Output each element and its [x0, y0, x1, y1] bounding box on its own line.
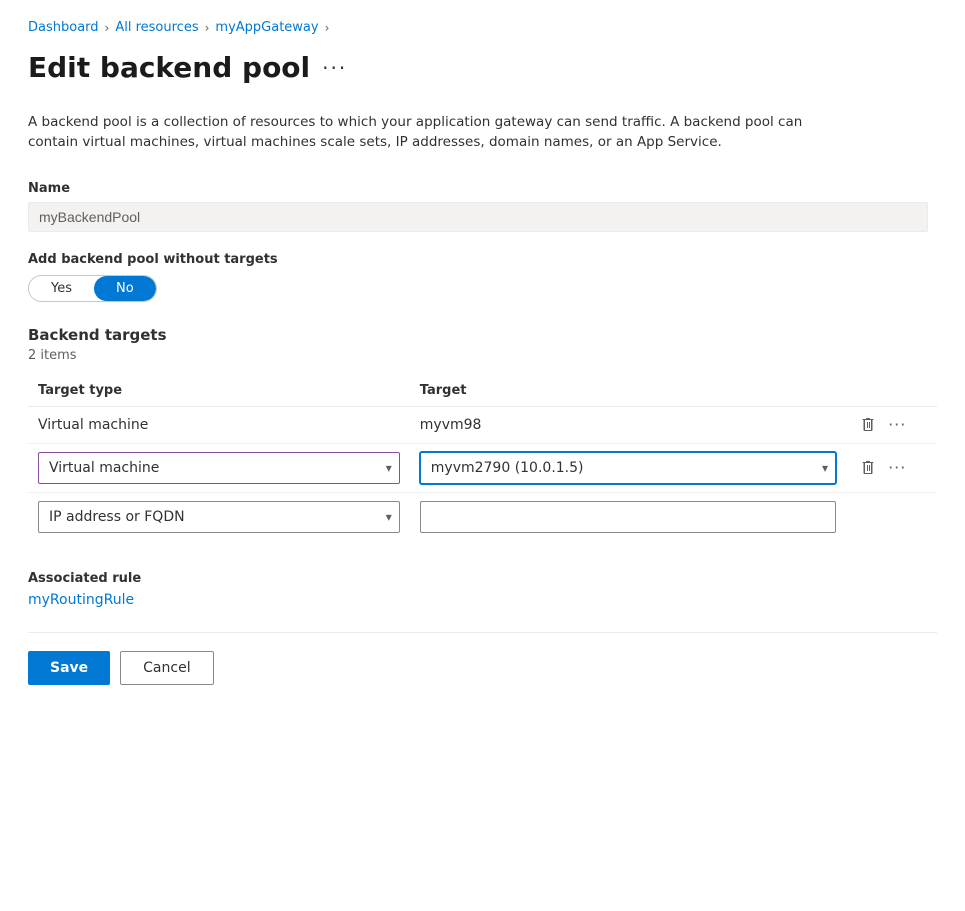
table-row: Virtual machine IP address or FQDN ▾ — [28, 492, 937, 541]
row3-type-cell: Virtual machine IP address or FQDN ▾ — [28, 492, 410, 541]
toggle-section: Add backend pool without targets Yes No — [28, 252, 937, 302]
save-button[interactable]: Save — [28, 651, 110, 685]
row1-delete-button[interactable] — [856, 415, 880, 435]
backend-targets-title: Backend targets — [28, 326, 937, 344]
breadcrumb-sep-3: › — [325, 21, 330, 35]
row2-more-icon[interactable]: ··· — [888, 458, 906, 477]
page-description: A backend pool is a collection of resour… — [28, 112, 848, 153]
breadcrumb-all-resources[interactable]: All resources — [115, 20, 198, 35]
row2-type-cell: Virtual machine IP address or FQDN ▾ — [28, 443, 410, 492]
row3-target-cell — [410, 492, 846, 541]
name-label: Name — [28, 181, 937, 196]
col-header-type: Target type — [28, 377, 410, 407]
row1-type: Virtual machine — [28, 406, 410, 443]
row3-target-input[interactable] — [420, 501, 836, 533]
col-header-actions — [846, 377, 937, 407]
row2-target-select-wrapper: myvm2790 (10.0.1.5) myvm98 ▾ — [420, 452, 836, 484]
targets-table-head: Target type Target — [28, 377, 937, 407]
page-title: Edit backend pool — [28, 51, 310, 84]
breadcrumb: Dashboard › All resources › myAppGateway… — [28, 20, 937, 35]
toggle-yes[interactable]: Yes — [29, 276, 94, 301]
backend-targets-section: Backend targets 2 items Target type Targ… — [28, 326, 937, 541]
table-row: Virtual machine IP address or FQDN ▾ myv… — [28, 443, 937, 492]
row2-actions: ··· — [846, 443, 937, 492]
row1-actions: ··· — [846, 406, 937, 443]
col-header-target: Target — [410, 377, 846, 407]
row3-type-select[interactable]: Virtual machine IP address or FQDN — [38, 501, 400, 533]
breadcrumb-dashboard[interactable]: Dashboard — [28, 20, 99, 35]
name-field-group: Name — [28, 181, 937, 232]
breadcrumb-sep-2: › — [205, 21, 210, 35]
toggle-group: Yes No — [28, 275, 157, 302]
breadcrumb-sep-1: › — [105, 21, 110, 35]
breadcrumb-app-gateway[interactable]: myAppGateway — [215, 20, 318, 35]
associated-rule-section: Associated rule myRoutingRule — [28, 571, 937, 608]
footer-actions: Save Cancel — [28, 632, 937, 685]
row2-delete-button[interactable] — [856, 458, 880, 478]
page-header: Edit backend pool ··· — [28, 51, 937, 84]
toggle-label: Add backend pool without targets — [28, 252, 937, 267]
toggle-no[interactable]: No — [94, 276, 156, 301]
row1-more-icon[interactable]: ··· — [888, 415, 906, 434]
backend-targets-count: 2 items — [28, 348, 937, 363]
row2-type-select-wrapper: Virtual machine IP address or FQDN ▾ — [38, 452, 400, 484]
header-more-icon[interactable]: ··· — [322, 56, 347, 80]
name-input[interactable] — [28, 202, 928, 232]
targets-table: Target type Target Virtual machine myvm9… — [28, 377, 937, 541]
row3-actions — [846, 492, 937, 541]
row2-type-select[interactable]: Virtual machine IP address or FQDN — [38, 452, 400, 484]
row3-type-select-wrapper: Virtual machine IP address or FQDN ▾ — [38, 501, 400, 533]
row2-target-select[interactable]: myvm2790 (10.0.1.5) myvm98 — [420, 452, 836, 484]
cancel-button[interactable]: Cancel — [120, 651, 213, 685]
associated-rule-label: Associated rule — [28, 571, 937, 586]
row2-target-cell: myvm2790 (10.0.1.5) myvm98 ▾ — [410, 443, 846, 492]
row1-target: myvm98 — [410, 406, 846, 443]
targets-table-body: Virtual machine myvm98 ··· — [28, 406, 937, 541]
associated-rule-link[interactable]: myRoutingRule — [28, 592, 134, 608]
table-row: Virtual machine myvm98 ··· — [28, 406, 937, 443]
